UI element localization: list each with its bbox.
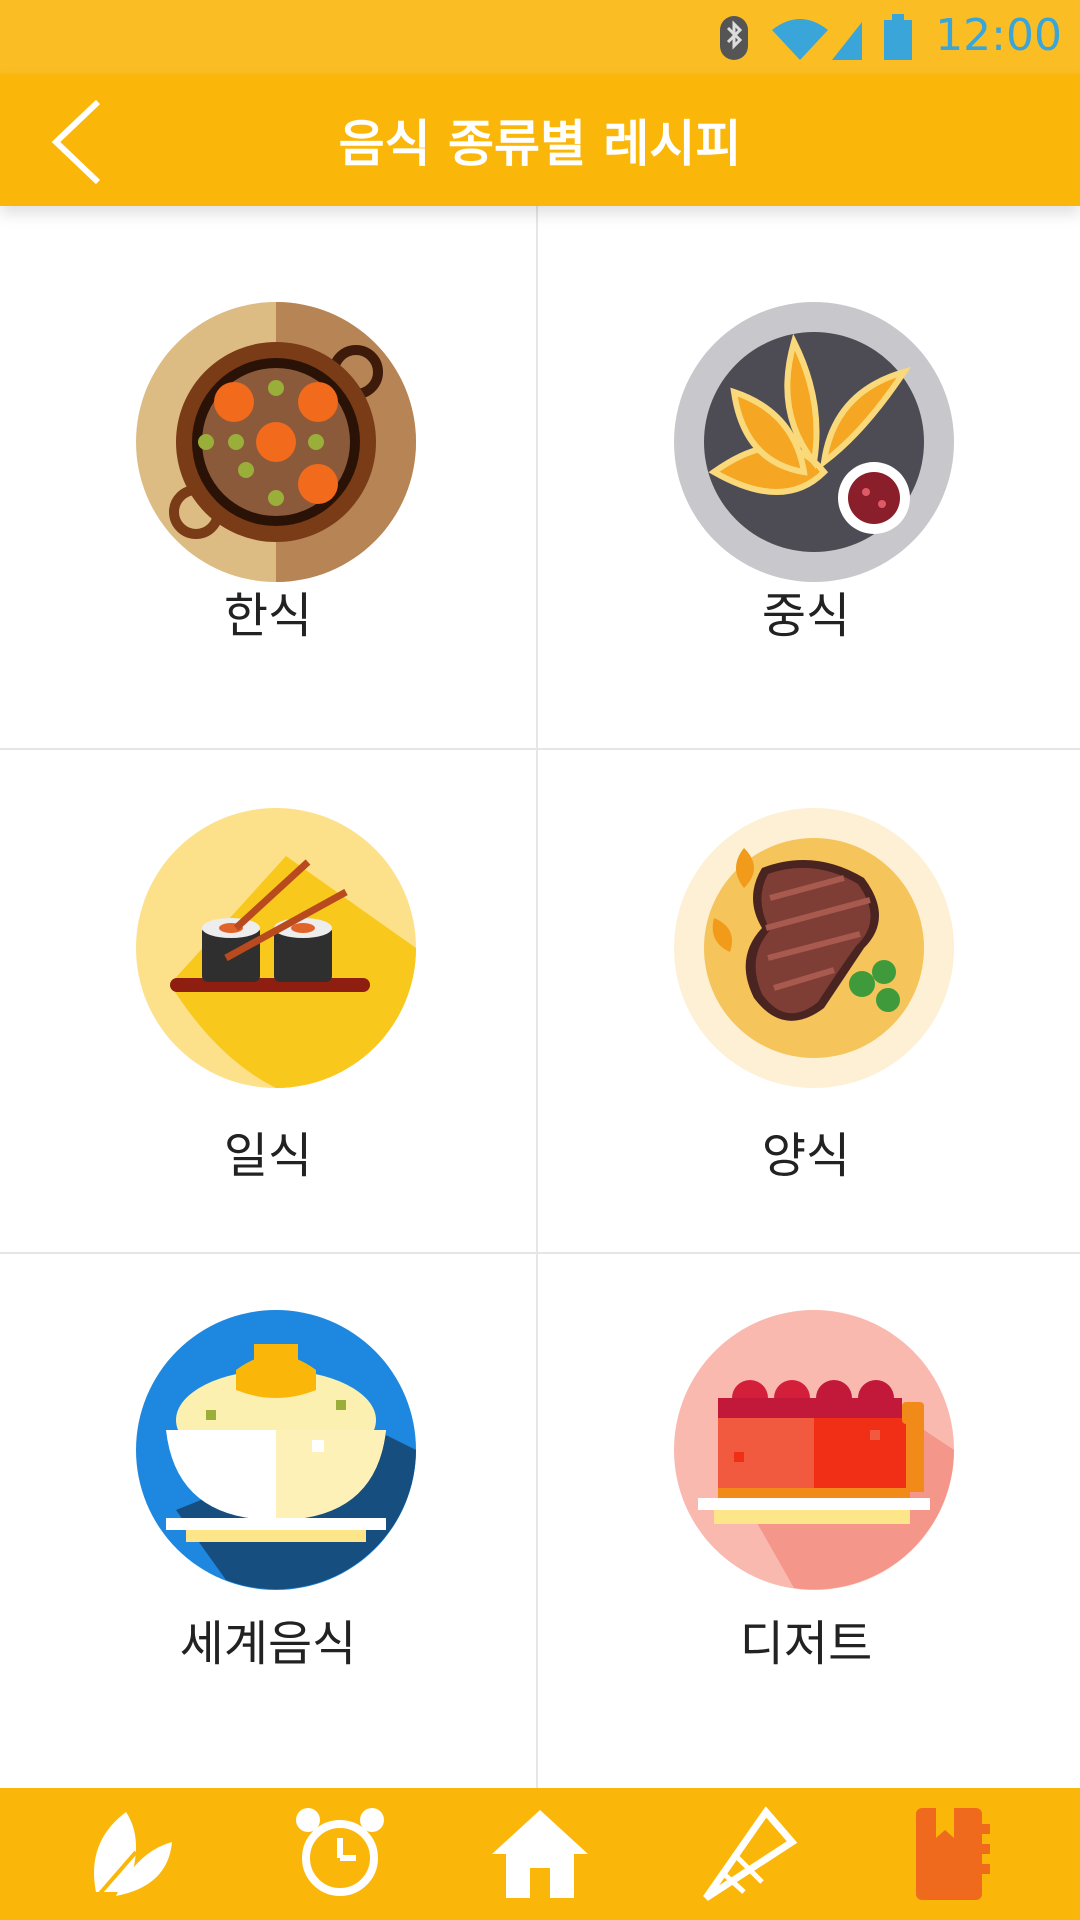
nav-home[interactable] (488, 1802, 592, 1906)
status-time: 12:00 (935, 10, 1062, 61)
category-japanese[interactable]: 일식 (0, 750, 536, 1252)
category-western[interactable]: 양식 (538, 750, 1074, 1252)
app-bar: 음식 종류별 레시피 (0, 74, 1080, 206)
nav-alarm[interactable] (288, 1802, 392, 1906)
wifi-icon (772, 19, 828, 60)
category-label: 중식 (761, 588, 851, 644)
category-label: 일식 (223, 1128, 313, 1184)
category-label: 양식 (761, 1128, 851, 1184)
dumplings-plate-icon (674, 302, 954, 582)
nav-party[interactable] (696, 1802, 800, 1906)
recipe-book-icon (916, 1808, 990, 1900)
signal-icon (832, 22, 862, 60)
status-bar: 12:00 (0, 0, 1080, 74)
category-world-food[interactable]: 세계음식 (0, 1254, 536, 1788)
nav-leaf[interactable] (76, 1802, 180, 1906)
korean-stew-pot-icon (136, 302, 416, 582)
category-label: 세계음식 (179, 1616, 357, 1672)
nav-recipe-book[interactable] (900, 1802, 1004, 1906)
steak-plate-icon (674, 808, 954, 1088)
home-icon (492, 1810, 588, 1898)
leaf-icon (94, 1812, 172, 1900)
category-label: 한식 (223, 588, 313, 644)
rice-bowl-icon (136, 1310, 416, 1590)
cake-slice-icon (674, 1310, 954, 1590)
party-hat-icon (703, 1806, 798, 1901)
alarm-clock-icon (296, 1808, 384, 1896)
bottom-nav (0, 1788, 1080, 1920)
category-chinese[interactable]: 중식 (538, 206, 1074, 748)
page-title: 음식 종류별 레시피 (338, 115, 742, 173)
category-dessert[interactable]: 디저트 (538, 1254, 1074, 1788)
battery-icon (884, 14, 912, 60)
status-icons (720, 14, 912, 60)
category-label: 디저트 (739, 1616, 873, 1672)
sushi-chopsticks-icon (136, 808, 416, 1088)
bluetooth-icon (720, 16, 748, 60)
category-korean[interactable]: 한식 (0, 206, 536, 748)
